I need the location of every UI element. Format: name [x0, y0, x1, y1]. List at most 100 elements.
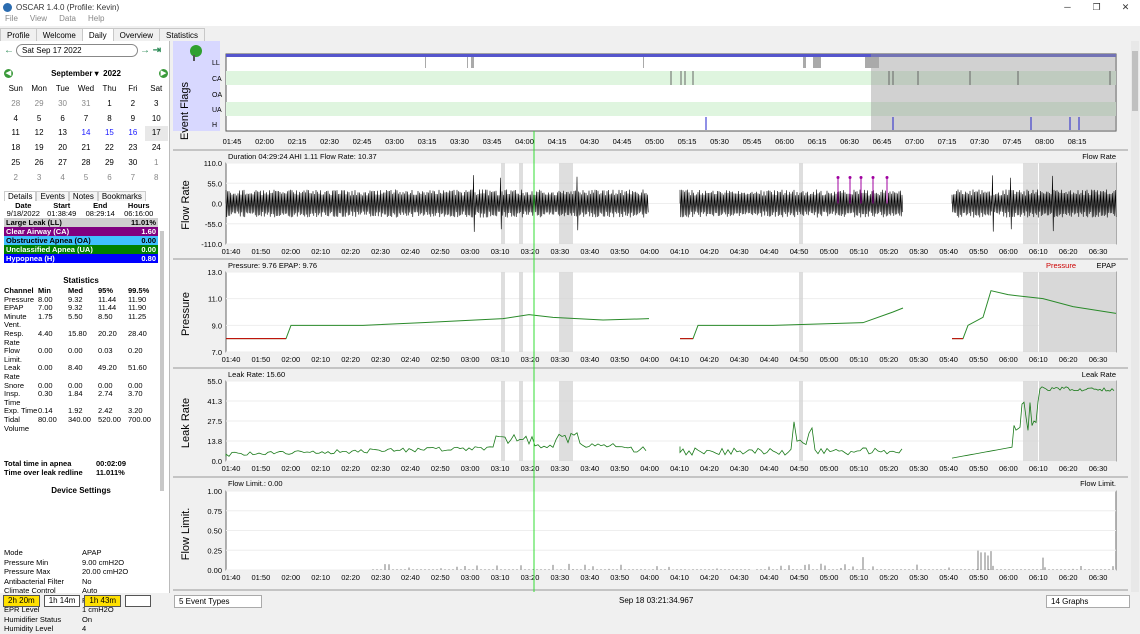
calendar-day[interactable]: 28: [4, 97, 27, 112]
subtab-notes[interactable]: Notes: [69, 191, 98, 201]
calendar-day[interactable]: 14: [74, 126, 97, 141]
time-button-2[interactable]: 1h 14m: [44, 595, 81, 607]
calendar-day[interactable]: 29: [98, 156, 121, 171]
time-button-1[interactable]: 2h 20m: [3, 595, 40, 607]
calendar-day[interactable]: 24: [145, 141, 168, 156]
calendar-day[interactable]: 25: [4, 156, 27, 171]
x-tick-label: 04:30: [730, 247, 749, 256]
calendar-day[interactable]: 31: [74, 97, 97, 112]
calendar-day[interactable]: 26: [27, 156, 50, 171]
event-index-row[interactable]: Hypopnea (H) 0.80: [4, 254, 158, 263]
calendar-day[interactable]: 7: [121, 171, 144, 186]
calendar-day[interactable]: 1: [145, 156, 168, 171]
calendar-day[interactable]: 1: [98, 97, 121, 112]
calendar-day[interactable]: 7: [74, 112, 97, 127]
menu-help[interactable]: Help: [88, 14, 104, 26]
x-tick-label: 05:15: [678, 137, 697, 146]
calendar-month[interactable]: September: [51, 69, 92, 78]
time-button-3[interactable]: 1h 43m: [84, 595, 121, 607]
graphs-select[interactable]: 14 Graphs: [1046, 595, 1130, 608]
event-index-row[interactable]: Clear Airway (CA) 1.60: [4, 227, 158, 236]
setting-value: APAP: [82, 548, 158, 558]
calendar-day[interactable]: 13: [51, 126, 74, 141]
calendar-day[interactable]: 9: [121, 112, 144, 127]
left-scrollbar[interactable]: [160, 231, 164, 491]
calendar-day[interactable]: 30: [121, 156, 144, 171]
calendar-day[interactable]: 10: [145, 112, 168, 127]
graphs-canvas[interactable]: Event Flags LL CA OA UA H 01:45 02:00 02:15 02:30…: [173, 41, 1128, 592]
scrollbar-thumb[interactable]: [1132, 51, 1138, 111]
event-index-row[interactable]: Unclassified Apnea (UA) 0.00: [4, 245, 158, 254]
device-setting-row: Humidity Level 4: [4, 624, 158, 634]
calendar-day[interactable]: 11: [4, 126, 27, 141]
x-tick-label: 03:00: [461, 464, 480, 473]
calendar-day[interactable]: 21: [74, 141, 97, 156]
tab-profile[interactable]: Profile: [0, 28, 37, 41]
date-navigator: ← Sat Sep 17 2022 → ⇥: [4, 44, 168, 57]
tab-overview[interactable]: Overview: [113, 28, 160, 41]
tab-welcome[interactable]: Welcome: [36, 28, 83, 41]
subtab-bookmarks[interactable]: Bookmarks: [98, 191, 146, 201]
calendar-day[interactable]: 8: [145, 171, 168, 186]
pressure-legend2: Pressure: [1046, 261, 1076, 270]
calendar-day[interactable]: 4: [51, 171, 74, 186]
calendar-day[interactable]: 6: [51, 112, 74, 127]
next-month-icon[interactable]: ▶: [159, 69, 168, 78]
calendar-day[interactable]: 28: [74, 156, 97, 171]
event-types-select[interactable]: 5 Event Types: [174, 595, 262, 608]
last-day-arrow-icon[interactable]: ⇥: [152, 45, 162, 56]
prev-day-arrow-icon[interactable]: ←: [4, 45, 14, 56]
menu-file[interactable]: File: [5, 14, 18, 26]
day-name: Wed: [74, 82, 97, 97]
restore-button[interactable]: ❐: [1082, 0, 1111, 14]
menu-data[interactable]: Data: [59, 14, 76, 26]
menu-view[interactable]: View: [30, 14, 47, 26]
x-tick-label: 06:10: [1029, 573, 1048, 582]
event-index-row[interactable]: Large Leak (LL) 11.01%: [4, 218, 158, 227]
calendar-day[interactable]: 12: [27, 126, 50, 141]
calendar-day[interactable]: 19: [27, 141, 50, 156]
x-tick-label: 06:00: [999, 355, 1018, 364]
setting-name: Humidifier Status: [4, 615, 82, 625]
calendar-day[interactable]: 27: [51, 156, 74, 171]
minimize-button[interactable]: ─: [1053, 0, 1082, 14]
calendar-day[interactable]: 4: [4, 112, 27, 127]
x-tick-label: 02:10: [311, 247, 330, 256]
calendar-day[interactable]: 22: [98, 141, 121, 156]
event-index-row[interactable]: Obstructive Apnea (OA) 0.00: [4, 236, 158, 245]
tab-statistics[interactable]: Statistics: [159, 28, 205, 41]
session-hours: 06:16:00: [120, 210, 159, 218]
calendar-year[interactable]: 2022: [103, 69, 121, 78]
calendar-day[interactable]: 20: [51, 141, 74, 156]
calendar-day[interactable]: 5: [74, 171, 97, 186]
x-tick-label: 02:20: [341, 573, 360, 582]
calendar-day[interactable]: 5: [27, 112, 50, 127]
calendar-day[interactable]: 15: [98, 126, 121, 141]
next-day-arrow-icon[interactable]: →: [140, 45, 150, 56]
calendar-day[interactable]: 23: [121, 141, 144, 156]
calendar-day[interactable]: 18: [4, 141, 27, 156]
calendar-day[interactable]: 3: [145, 97, 168, 112]
calendar-day[interactable]: 30: [51, 97, 74, 112]
prev-month-icon[interactable]: ◀: [4, 69, 13, 78]
subtab-details[interactable]: Details: [4, 191, 36, 201]
date-picker[interactable]: Sat Sep 17 2022: [16, 44, 138, 57]
stat-cell: 5.50: [68, 313, 98, 330]
stat-cell: 8.50: [98, 313, 128, 330]
calendar-day[interactable]: 6: [98, 171, 121, 186]
calendar-day[interactable]: 29: [27, 97, 50, 112]
tab-daily[interactable]: Daily: [82, 28, 114, 41]
x-tick-label: 01:50: [252, 355, 271, 364]
calendar-day[interactable]: 2: [121, 97, 144, 112]
event-row-label: UA: [212, 107, 222, 114]
calendar-day[interactable]: 17: [145, 126, 168, 141]
calendar-day[interactable]: 8: [98, 112, 121, 127]
x-tick-label: 01:50: [252, 247, 271, 256]
subtab-events[interactable]: Events: [36, 191, 68, 201]
calendar-day[interactable]: 3: [27, 171, 50, 186]
calendar-day[interactable]: 2: [4, 171, 27, 186]
time-button-4[interactable]: [125, 595, 151, 607]
graph-scrollbar[interactable]: [1131, 41, 1139, 592]
close-button[interactable]: ✕: [1111, 0, 1140, 14]
calendar-day[interactable]: 16: [121, 126, 144, 141]
